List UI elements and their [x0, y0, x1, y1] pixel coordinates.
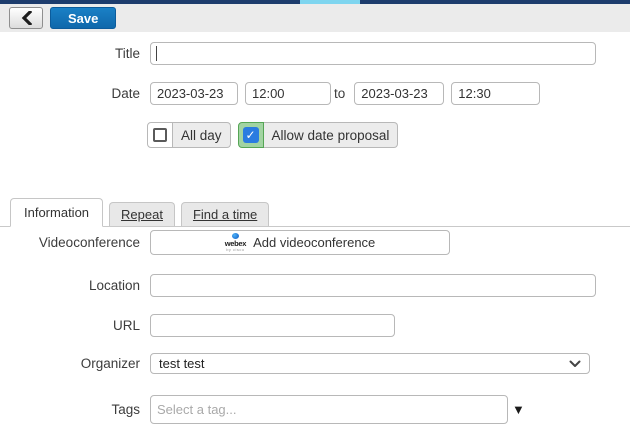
checkbox-checked-icon[interactable]: ✓: [243, 127, 259, 143]
tab-repeat[interactable]: Repeat: [109, 202, 175, 226]
add-videoconference-label: Add videoconference: [253, 235, 375, 250]
tags-dropdown-icon[interactable]: ▼: [512, 402, 525, 417]
organizer-selected-value: test test: [159, 356, 205, 371]
date-proposal-toggle[interactable]: ✓ Allow date proposal: [238, 122, 399, 148]
top-accent-bar: [0, 0, 630, 4]
title-label: Title: [0, 46, 150, 61]
all-day-label[interactable]: All day: [173, 122, 231, 148]
organizer-row: Organizer test test: [0, 353, 630, 374]
toolbar: Save: [0, 4, 630, 32]
url-input[interactable]: [150, 314, 395, 337]
end-time-input[interactable]: [451, 82, 540, 105]
date-proposal-label[interactable]: Allow date proposal: [264, 122, 399, 148]
date-label: Date: [0, 86, 150, 101]
date-proposal-checkbox-cell[interactable]: ✓: [238, 122, 264, 148]
location-row: Location: [0, 274, 630, 297]
webex-dot-icon: [232, 233, 239, 239]
date-range-separator: to: [334, 86, 345, 101]
tab-find-a-time[interactable]: Find a time: [181, 202, 269, 226]
chevron-left-icon: [21, 11, 32, 25]
tab-bar: Information Repeat Find a time: [0, 199, 630, 227]
save-button[interactable]: Save: [50, 7, 116, 29]
back-button[interactable]: [9, 7, 43, 29]
checkbox-unchecked-icon[interactable]: [153, 128, 167, 142]
tags-label: Tags: [0, 402, 150, 417]
organizer-label: Organizer: [0, 356, 150, 371]
checkbox-row: All day ✓ Allow date proposal: [0, 122, 630, 148]
end-date-input[interactable]: [354, 82, 444, 105]
url-row: URL: [0, 314, 630, 337]
all-day-checkbox-cell[interactable]: [147, 122, 173, 148]
tab-information[interactable]: Information: [10, 198, 103, 227]
top-accent-highlight[interactable]: [300, 0, 360, 4]
date-row: Date to: [0, 82, 630, 105]
url-label: URL: [0, 318, 150, 333]
text-cursor: [156, 46, 157, 61]
location-label: Location: [0, 278, 150, 293]
webex-logo-icon: webex by cisco: [225, 233, 246, 253]
start-date-input[interactable]: [150, 82, 238, 105]
title-row: Title: [0, 42, 630, 65]
all-day-toggle[interactable]: All day: [147, 122, 231, 148]
videoconference-label: Videoconference: [0, 235, 150, 250]
add-videoconference-button[interactable]: webex by cisco Add videoconference: [150, 230, 450, 255]
tags-row: Tags ▼: [0, 395, 630, 424]
videoconference-row: Videoconference webex by cisco Add video…: [0, 230, 630, 255]
location-input[interactable]: [150, 274, 596, 297]
start-time-input[interactable]: [245, 82, 331, 105]
tags-input[interactable]: [150, 395, 508, 424]
chevron-down-icon: [569, 360, 581, 368]
organizer-select[interactable]: test test: [150, 353, 590, 374]
title-input[interactable]: [150, 42, 596, 65]
information-panel: Videoconference webex by cisco Add video…: [0, 230, 630, 424]
